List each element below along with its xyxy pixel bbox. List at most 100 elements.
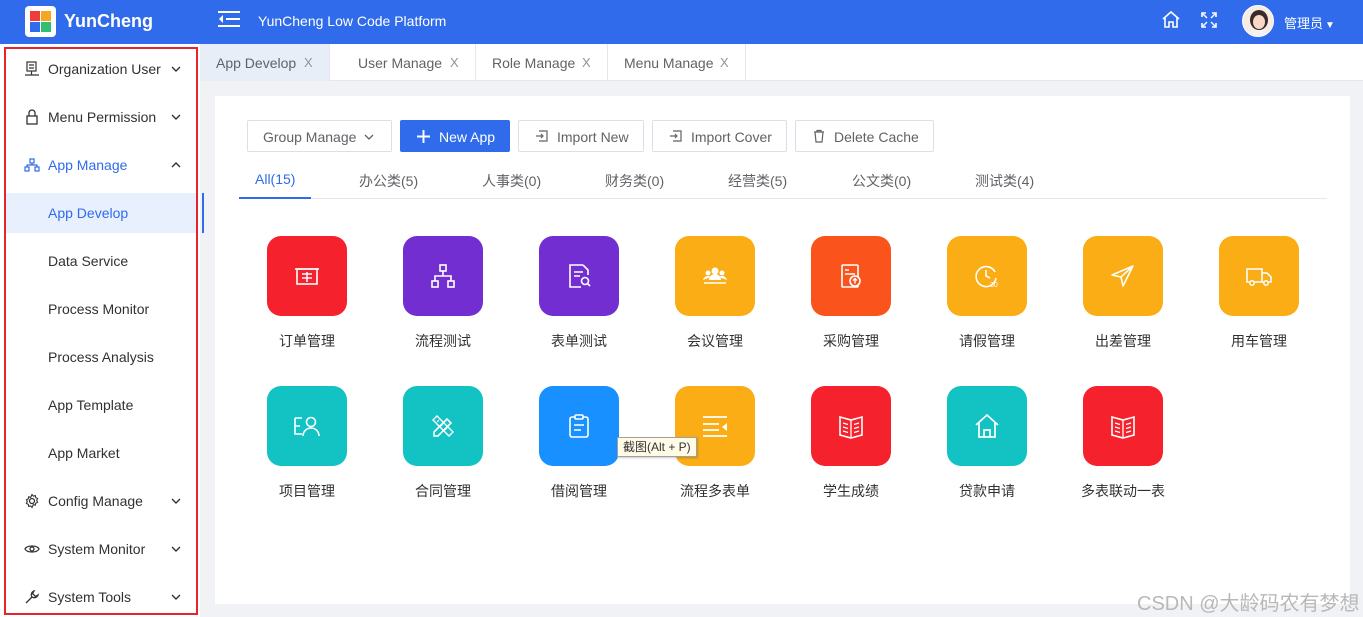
receipt-icon bbox=[267, 236, 347, 316]
button-label: Group Manage bbox=[263, 129, 357, 145]
new-app-button[interactable]: New App bbox=[400, 120, 510, 152]
category-tab-finance[interactable]: 财务类(0) bbox=[605, 171, 664, 191]
clock-30-icon: 30 bbox=[947, 236, 1027, 316]
app-card[interactable]: 多表联动一表 bbox=[1068, 386, 1178, 506]
app-tree-icon bbox=[24, 158, 40, 172]
import-icon bbox=[670, 130, 682, 142]
org-icon bbox=[25, 61, 39, 76]
close-icon[interactable]: X bbox=[304, 55, 313, 70]
chevron-down-icon bbox=[171, 66, 181, 72]
app-card[interactable]: 合同管理 bbox=[388, 386, 498, 506]
sidebar-item-app-market[interactable]: App Market bbox=[6, 429, 198, 477]
delete-cache-button[interactable]: Delete Cache bbox=[795, 120, 934, 152]
app-card[interactable]: 出差管理 bbox=[1068, 236, 1178, 356]
tab-label: User Manage bbox=[358, 55, 443, 71]
sidebar-item-menu-permission[interactable]: Menu Permission bbox=[6, 93, 198, 141]
platform-title: YunCheng Low Code Platform bbox=[258, 13, 447, 29]
button-label: Import Cover bbox=[691, 129, 772, 145]
watermark: CSDN @大龄码农有梦想 bbox=[1137, 593, 1360, 615]
app-name: 多表联动一表 bbox=[1081, 483, 1165, 499]
tab-role-manage[interactable]: Role Manage X bbox=[476, 44, 608, 81]
import-cover-button[interactable]: Import Cover bbox=[652, 120, 787, 152]
sidebar-item-system-monitor[interactable]: System Monitor bbox=[6, 525, 198, 573]
category-tab-all[interactable]: All(15) bbox=[255, 171, 295, 187]
sidebar-item-app-template[interactable]: App Template bbox=[6, 381, 198, 429]
sidebar-item-process-analysis[interactable]: Process Analysis bbox=[6, 333, 198, 381]
top-header: YunCheng YunCheng Low Code Platform 管理员 ▼ bbox=[0, 0, 1363, 44]
lock-icon bbox=[26, 109, 38, 125]
app-card[interactable]: 采购管理 bbox=[796, 236, 906, 356]
button-label: New App bbox=[439, 129, 496, 145]
tab-label: App Develop bbox=[216, 55, 297, 71]
sidebar-item-config-manage[interactable]: Config Manage bbox=[6, 477, 198, 525]
chevron-down-icon bbox=[171, 114, 181, 120]
app-name: 合同管理 bbox=[415, 483, 471, 499]
category-tab-test[interactable]: 测试类(4) bbox=[975, 171, 1034, 191]
app-card[interactable]: 学生成绩 bbox=[796, 386, 906, 506]
eye-icon bbox=[24, 545, 40, 553]
category-tab-hr[interactable]: 人事类(0) bbox=[482, 171, 541, 191]
app-card[interactable]: 会议管理 bbox=[660, 236, 770, 356]
gear-icon bbox=[25, 493, 39, 509]
caret-down-icon: ▼ bbox=[1325, 20, 1335, 31]
sidebar-item-app-develop[interactable]: App Develop bbox=[6, 193, 204, 233]
chevron-down-icon bbox=[364, 134, 374, 140]
app-name: 项目管理 bbox=[279, 483, 335, 499]
clipboard-icon bbox=[539, 386, 619, 466]
tab-label: Menu Manage bbox=[624, 55, 714, 71]
logo-icon bbox=[25, 6, 56, 37]
chevron-down-icon bbox=[171, 546, 181, 552]
sidebar-item-data-service[interactable]: Data Service bbox=[6, 237, 198, 285]
category-tab-office[interactable]: 办公类(5) bbox=[359, 171, 418, 191]
sidebar-item-organization-user[interactable]: Organization User bbox=[6, 45, 198, 93]
sidebar-item-label: App Manage bbox=[48, 157, 128, 173]
app-name: 贷款申请 bbox=[959, 483, 1015, 499]
close-icon[interactable]: X bbox=[582, 55, 591, 70]
app-name: 流程多表单 bbox=[680, 483, 750, 499]
chevron-down-icon bbox=[171, 498, 181, 504]
category-tab-document[interactable]: 公文类(0) bbox=[852, 171, 911, 191]
group-manage-dropdown[interactable]: Group Manage bbox=[247, 120, 392, 152]
user-avatar[interactable] bbox=[1242, 5, 1274, 37]
chevron-down-icon bbox=[171, 594, 181, 600]
app-name: 表单测试 bbox=[551, 333, 607, 349]
app-card[interactable]: 贷款申请 bbox=[932, 386, 1042, 506]
sidebar-item-app-manage[interactable]: App Manage bbox=[6, 141, 198, 189]
wrench-icon bbox=[25, 589, 40, 604]
project-user-icon bbox=[267, 386, 347, 466]
sidebar-item-label: App Market bbox=[48, 445, 120, 461]
user-menu[interactable]: 管理员 ▼ bbox=[1284, 13, 1335, 32]
tab-app-develop[interactable]: App Develop X bbox=[200, 44, 330, 81]
tab-bar: App Develop X User Manage X Role Manage … bbox=[200, 44, 1363, 81]
form-search-icon bbox=[539, 236, 619, 316]
import-new-button[interactable]: Import New bbox=[518, 120, 644, 152]
fullscreen-icon[interactable] bbox=[1199, 10, 1219, 30]
app-card[interactable]: 表单测试 bbox=[524, 236, 634, 356]
app-card[interactable]: 30 请假管理 bbox=[932, 236, 1042, 356]
app-card[interactable]: 用车管理 bbox=[1204, 236, 1314, 356]
close-icon[interactable]: X bbox=[450, 55, 459, 70]
sidebar-item-label: Organization User bbox=[48, 61, 161, 77]
menu-fold-icon[interactable] bbox=[218, 9, 240, 29]
tab-menu-manage[interactable]: Menu Manage X bbox=[608, 44, 746, 81]
app-name: 请假管理 bbox=[959, 333, 1015, 349]
app-name: 出差管理 bbox=[1095, 333, 1151, 349]
category-tab-business[interactable]: 经营类(5) bbox=[728, 171, 787, 191]
tab-user-manage[interactable]: User Manage X bbox=[342, 44, 476, 81]
app-card[interactable]: 订单管理 bbox=[252, 236, 362, 356]
sidebar-item-process-monitor[interactable]: Process Monitor bbox=[6, 285, 198, 333]
close-icon[interactable]: X bbox=[720, 55, 729, 70]
app-develop-panel: Group Manage New App Import New Import C… bbox=[215, 96, 1350, 604]
app-card[interactable]: 流程测试 bbox=[388, 236, 498, 356]
app-card[interactable]: 项目管理 bbox=[252, 386, 362, 506]
app-name: 借阅管理 bbox=[551, 483, 607, 499]
app-name: 会议管理 bbox=[687, 333, 743, 349]
button-label: Import New bbox=[557, 129, 629, 145]
open-book-icon bbox=[811, 386, 891, 466]
sidebar-item-label: App Develop bbox=[48, 205, 129, 221]
sidebar-item-label: Process Analysis bbox=[48, 349, 154, 365]
sidebar-item-system-tools[interactable]: System Tools bbox=[6, 573, 198, 617]
app-name: 流程测试 bbox=[415, 333, 471, 349]
home-icon[interactable] bbox=[1161, 10, 1181, 30]
svg-text:30: 30 bbox=[990, 282, 998, 289]
